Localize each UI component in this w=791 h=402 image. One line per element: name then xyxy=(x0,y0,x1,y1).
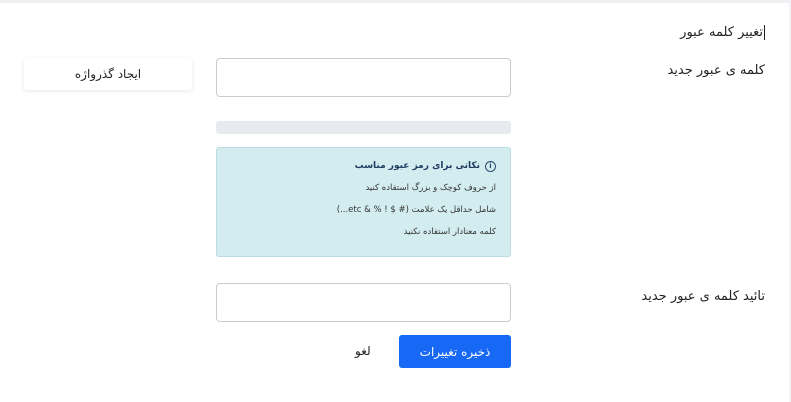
text-caret xyxy=(764,25,765,40)
tips-heading: i نکاتی برای رمز عبور مناسب xyxy=(227,159,496,173)
tip-item: شامل حداقل یک علامت (# $ ! % & etc...) xyxy=(336,205,496,215)
info-icon: i xyxy=(485,160,496,172)
save-changes-button[interactable]: ذخیره تغییرات xyxy=(399,335,511,368)
page-title-text: تغییر کلمه عبور xyxy=(680,25,763,40)
password-tips-box: i نکاتی برای رمز عبور مناسب از حروف کوچک… xyxy=(216,147,511,257)
top-divider xyxy=(0,0,791,3)
confirm-password-label: تائید کلمه ی عبور جدید xyxy=(641,289,765,304)
confirm-password-input[interactable] xyxy=(216,283,511,322)
cancel-link[interactable]: لغو xyxy=(355,344,371,358)
new-password-label: کلمه ی عبور جدید xyxy=(667,63,765,78)
tip-item: کلمه معنادار استفاده نکنید xyxy=(403,227,496,237)
tip-item: از حروف کوچک و بزرگ استفاده کنید xyxy=(365,183,496,193)
page-title: تغییر کلمه عبور xyxy=(680,25,765,40)
password-strength-meter xyxy=(216,121,511,134)
tips-heading-text: نکاتی برای رمز عبور مناسب xyxy=(354,161,480,171)
generate-password-button[interactable]: ایجاد گذرواژه xyxy=(24,58,192,90)
new-password-input[interactable] xyxy=(216,58,511,97)
